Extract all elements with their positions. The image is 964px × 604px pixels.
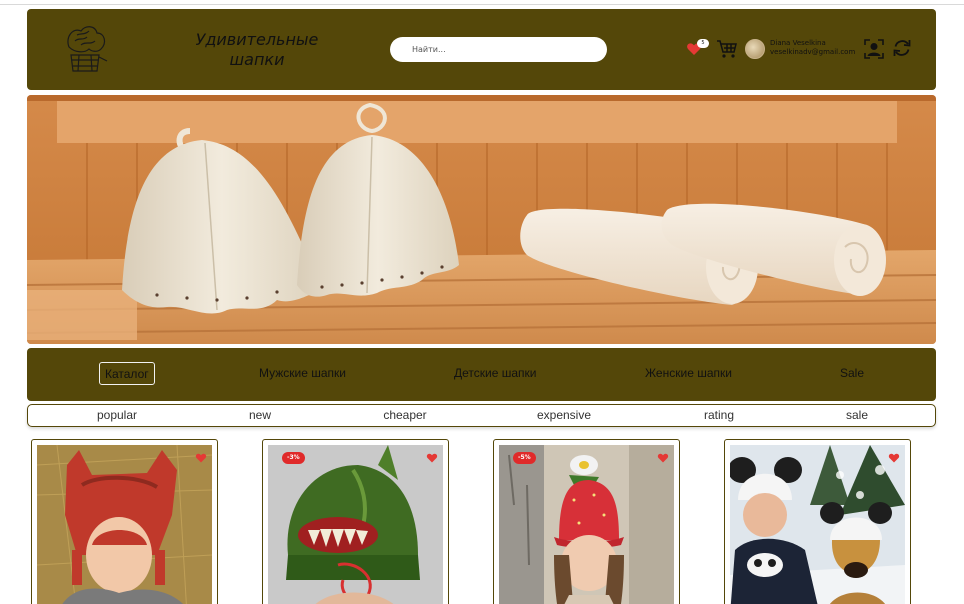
sort-expensive[interactable]: expensive (537, 408, 591, 422)
avatar[interactable] (745, 39, 765, 59)
product-card[interactable] (31, 439, 218, 604)
refresh-icon[interactable] (892, 38, 912, 58)
category-mens-hats[interactable]: Мужские шапки (259, 362, 346, 385)
sauna-bucket-logo[interactable] (61, 23, 109, 75)
user-email: veselkinadv@gmail.com (770, 48, 856, 56)
top-divider (0, 4, 964, 5)
sort-bar: popular new cheaper expensive rating sal… (27, 404, 936, 427)
favorite-heart-icon[interactable] (426, 452, 438, 464)
search-input[interactable] (390, 37, 607, 62)
sort-new[interactable]: new (249, 408, 271, 422)
favorite-heart-icon[interactable] (195, 452, 207, 464)
favorite-heart-icon[interactable] (888, 452, 900, 464)
hero-banner-sauna-hats (27, 95, 936, 344)
product-image[interactable] (499, 445, 674, 604)
product-card[interactable] (724, 439, 911, 604)
category-kids-hats[interactable]: Детские шапки (454, 362, 536, 385)
sort-sale[interactable]: sale (846, 408, 868, 422)
brand-line-2: шапки (229, 50, 285, 69)
brand-line-1: Удивительные (195, 30, 319, 49)
site-header: Удивительные шапки 5 Diana Veselkina ves… (27, 9, 936, 90)
product-image[interactable] (268, 445, 443, 604)
favorite-heart-icon[interactable] (657, 452, 669, 464)
user-info[interactable]: Diana Veselkina veselkinadv@gmail.com (770, 39, 855, 57)
discount-badge: -3% (282, 452, 305, 464)
sort-popular[interactable]: popular (97, 408, 137, 422)
product-image[interactable] (730, 445, 905, 604)
cart-icon[interactable] (716, 39, 738, 59)
product-card[interactable]: -5% (493, 439, 680, 604)
product-card[interactable]: -3% (262, 439, 449, 604)
favorites-count-badge: 5 (697, 39, 709, 48)
category-womens-hats[interactable]: Женские шапки (645, 362, 732, 385)
brand-title[interactable]: Удивительные шапки (187, 30, 327, 70)
category-sale[interactable]: Sale (840, 362, 864, 385)
sort-rating[interactable]: rating (704, 408, 734, 422)
discount-badge: -5% (513, 452, 536, 464)
user-name: Diana Veselkina (770, 39, 826, 47)
profile-icon[interactable] (863, 38, 885, 60)
sort-cheaper[interactable]: cheaper (383, 408, 426, 422)
category-catalog[interactable]: Каталог (99, 362, 155, 385)
category-nav: Каталог Мужские шапки Детские шапки Женс… (27, 348, 936, 401)
product-image[interactable] (37, 445, 212, 604)
